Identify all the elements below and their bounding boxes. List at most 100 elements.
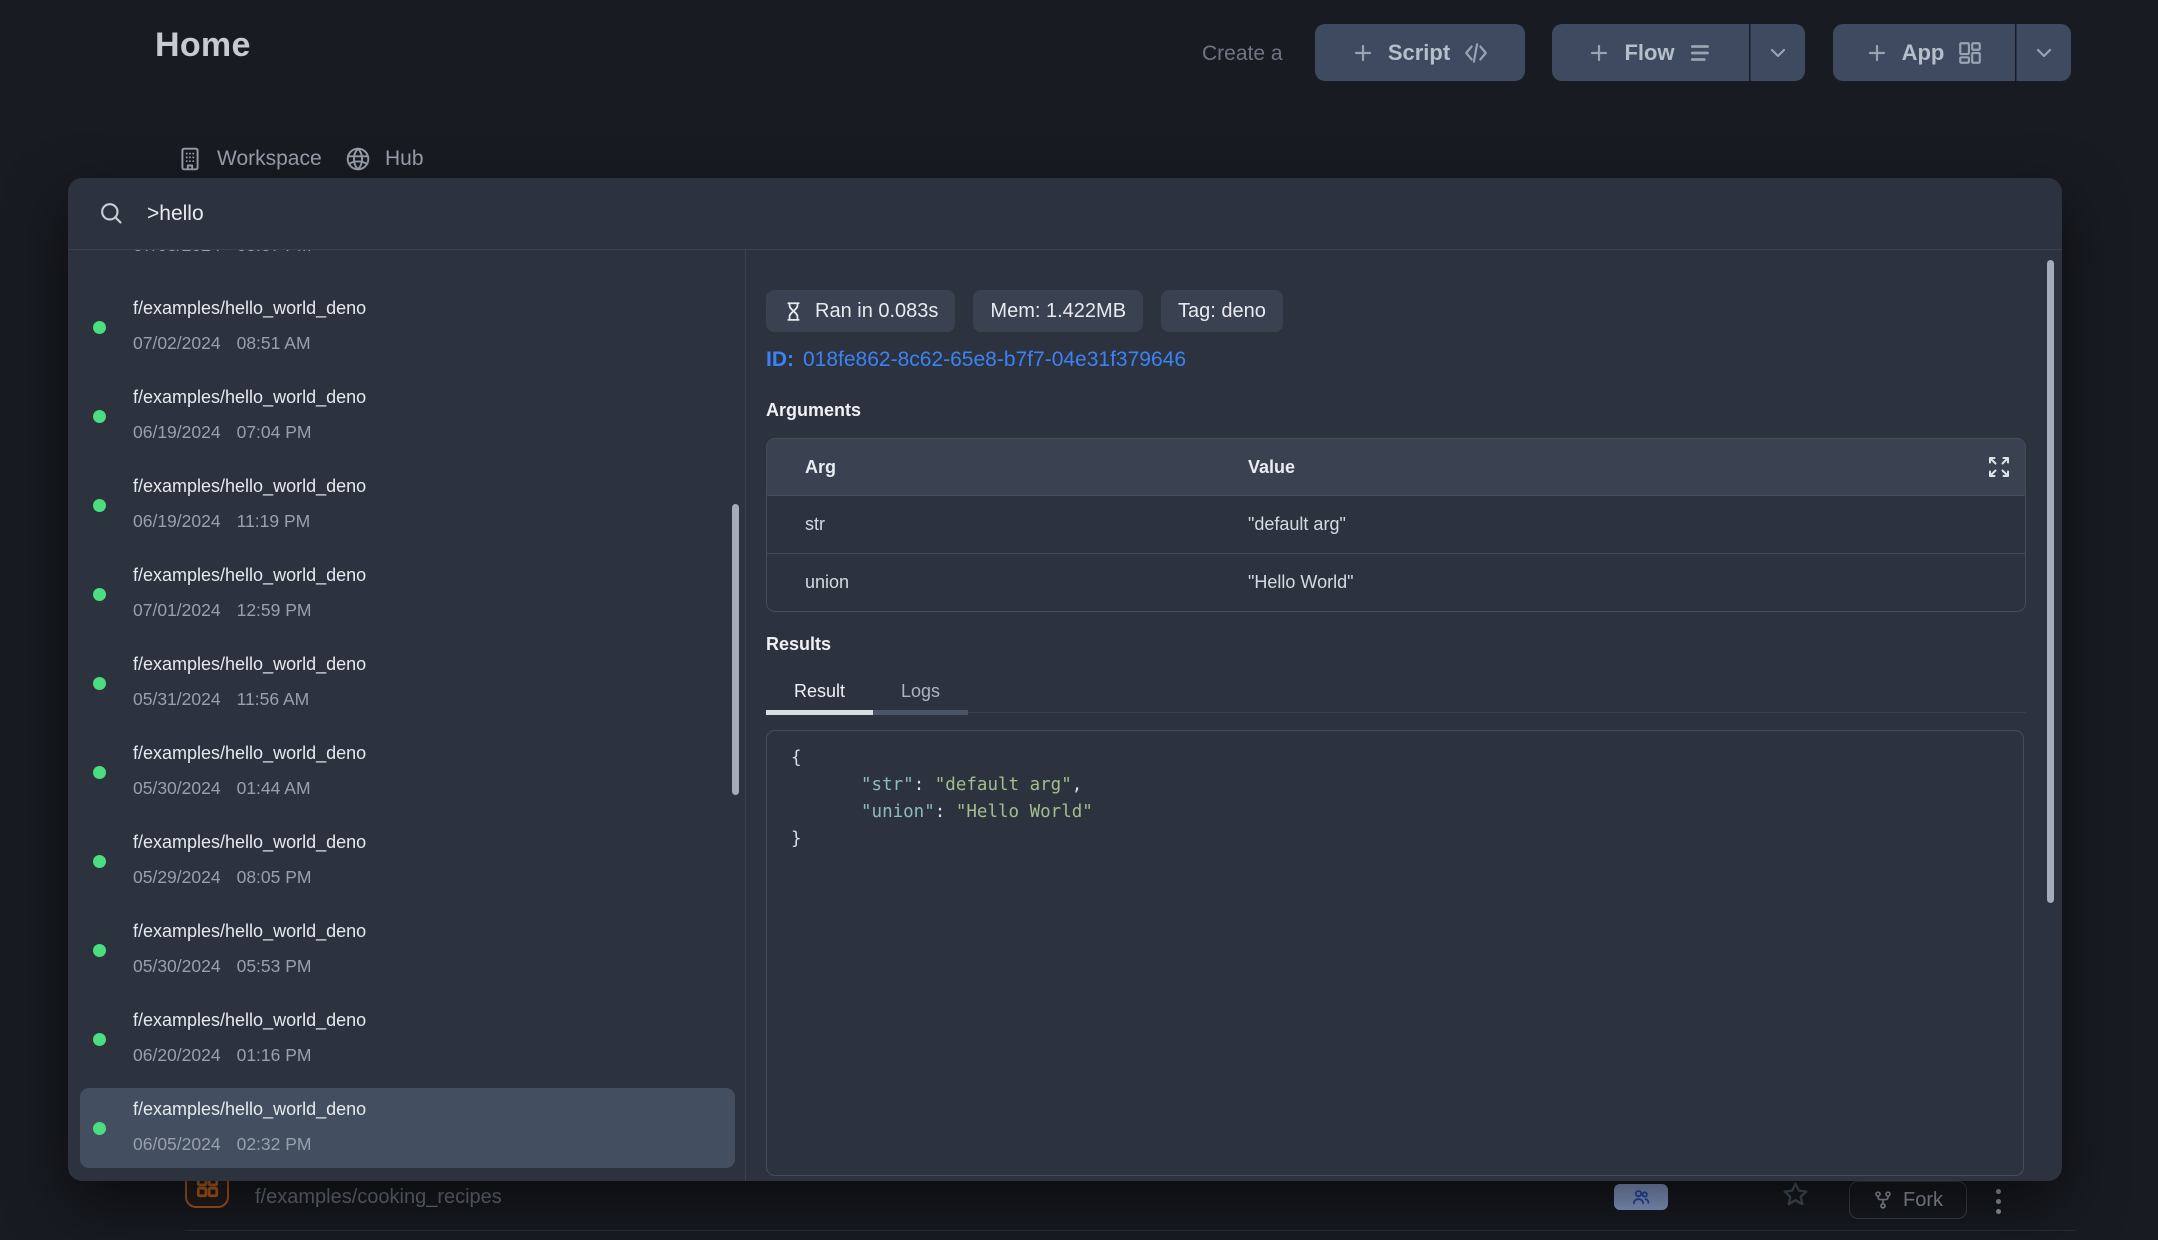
run-path: f/examples/hello_world_deno (133, 1099, 366, 1120)
run-datetime: 05/30/202405:53 PM (133, 956, 312, 977)
value-cell: "default arg" (1248, 514, 2025, 535)
favorite-star-icon[interactable] (1781, 1180, 1810, 1214)
create-flow-button[interactable]: Flow (1552, 24, 1749, 81)
expand-table-button[interactable] (1987, 455, 2011, 484)
run-badges: Ran in 0.083s Mem: 1.422MB Tag: deno (766, 290, 1283, 332)
create-app-button[interactable]: App (1833, 24, 2015, 81)
tab-result[interactable]: Result (766, 672, 873, 710)
run-datetime: 06/05/202402:32 PM (133, 1134, 312, 1155)
search-input[interactable]: >hello (147, 202, 204, 226)
list-item[interactable]: f/examples/hello_world_deno 07/02/202408… (80, 287, 735, 367)
flow-dropdown-button[interactable] (1750, 24, 1805, 81)
run-detail-panel: Ran in 0.083s Mem: 1.422MB Tag: deno ID:… (747, 250, 2062, 1181)
create-a-label: Create a (1202, 42, 1283, 66)
value-column-header: Value (1248, 457, 2025, 478)
search-bar[interactable]: >hello (68, 178, 2062, 250)
plus-icon (1587, 41, 1611, 65)
list-item[interactable]: f/examples/hello_world_deno 05/30/202401… (80, 732, 735, 812)
status-dot-success (93, 410, 106, 423)
run-path: f/examples/hello_world_deno (133, 832, 366, 853)
create-script-label: Script (1388, 40, 1450, 66)
status-dot-success (93, 588, 106, 601)
fork-button[interactable]: Fork (1849, 1181, 1967, 1219)
run-path: f/examples/hello_world_deno (133, 743, 366, 764)
arg-cell: union (767, 572, 1248, 593)
detail-panel-scrollbar[interactable] (2047, 260, 2054, 903)
create-flow-label: Flow (1624, 40, 1674, 66)
result-json-viewer[interactable]: {"str": "default arg","union": "Hello Wo… (766, 730, 2024, 1176)
results-heading: Results (766, 634, 831, 655)
table-row: union "Hello World" (767, 553, 2025, 611)
footer-item-path: f/examples/cooking_recipes (255, 1186, 502, 1209)
tab-hub-label: Hub (385, 147, 424, 171)
run-path: f/examples/hello_world_deno (133, 1010, 366, 1031)
list-item[interactable]: f/examples/hello_world_deno 06/20/202401… (80, 999, 735, 1079)
run-datetime: 07/01/202412:59 PM (133, 600, 312, 621)
chevron-down-icon (1766, 41, 1790, 65)
duration-badge: Ran in 0.083s (766, 290, 955, 332)
arg-cell: str (767, 514, 1248, 535)
memory-badge-label: Mem: 1.422MB (990, 300, 1126, 323)
run-id-link[interactable]: ID: 018fe862-8c62-65e8-b7f7-04e31f379646 (766, 348, 1186, 372)
status-dot-success (93, 1033, 106, 1046)
status-dot-success (93, 855, 106, 868)
run-datetime: 06/20/202401:16 PM (133, 1045, 312, 1066)
list-item[interactable]: f/examples/hello_world_deno 05/30/202405… (80, 910, 735, 990)
list-item-selected[interactable]: f/examples/hello_world_deno 06/05/202402… (80, 1088, 735, 1168)
run-path: f/examples/hello_world_deno (133, 565, 366, 586)
list-scrollbar[interactable] (732, 504, 739, 795)
run-path: f/examples/hello_world_deno (133, 921, 366, 942)
arguments-heading: Arguments (766, 400, 861, 421)
json-key: "str" (861, 775, 914, 795)
list-item-clipped[interactable]: 07/03/2024 05:37 PM (133, 250, 312, 263)
building-icon (177, 146, 203, 172)
status-dot-success (93, 321, 106, 334)
home-page: Home Create a Script Flow App Workspace … (0, 0, 2158, 1240)
table-row: str "default arg" (767, 495, 2025, 553)
arguments-table: Arg Value str "default arg" union "Hello… (766, 438, 2026, 612)
tab-workspace[interactable]: Workspace (177, 146, 322, 172)
json-value: "Hello World" (956, 802, 1093, 822)
list-item[interactable]: f/examples/hello_world_deno 06/19/202411… (80, 465, 735, 545)
app-dropdown-button[interactable] (2016, 24, 2071, 81)
run-id-value: 018fe862-8c62-65e8-b7f7-04e31f379646 (803, 348, 1186, 371)
status-dot-success (93, 944, 106, 957)
run-history-list[interactable]: 07/03/2024 05:37 PM f/examples/hello_wor… (68, 250, 746, 1181)
chevron-down-icon (2032, 41, 2056, 65)
plus-icon (1351, 41, 1375, 65)
shared-users-badge[interactable] (1614, 1184, 1668, 1210)
results-tabs: Result Logs (766, 672, 2026, 716)
flow-list-icon (1688, 40, 1714, 66)
run-path: f/examples/hello_world_deno (133, 476, 366, 497)
list-item[interactable]: f/examples/hello_world_deno 06/19/202407… (80, 376, 735, 456)
arguments-table-header: Arg Value (767, 439, 2025, 495)
run-datetime: 05/29/202408:05 PM (133, 867, 312, 888)
expand-icon (1987, 455, 2011, 479)
status-dot-success (93, 677, 106, 690)
run-date: 07/03/2024 (133, 250, 221, 263)
more-options-button[interactable] (1988, 1184, 2008, 1218)
hourglass-icon (783, 301, 804, 322)
fork-button-label: Fork (1903, 1189, 1943, 1212)
list-item[interactable]: f/examples/hello_world_deno 07/01/202412… (80, 554, 735, 634)
run-datetime: 06/19/202411:19 PM (133, 511, 310, 532)
json-key: "union" (861, 802, 935, 822)
run-id-label: ID: (766, 348, 794, 371)
tab-logs[interactable]: Logs (873, 672, 968, 710)
run-datetime: 07/02/202408:51 AM (133, 333, 311, 354)
run-datetime: 05/31/202411:56 AM (133, 689, 309, 710)
status-dot-success (93, 766, 106, 779)
search-runs-modal: >hello 07/03/2024 05:37 PM f/examples/he… (68, 178, 2062, 1181)
list-item[interactable]: f/examples/hello_world_deno 05/29/202408… (80, 821, 735, 901)
globe-icon (345, 146, 371, 172)
value-cell: "Hello World" (1248, 572, 2025, 593)
memory-badge: Mem: 1.422MB (973, 290, 1143, 332)
list-item[interactable]: f/examples/hello_world_deno 05/31/202411… (80, 643, 735, 723)
git-fork-icon (1873, 1190, 1893, 1210)
search-icon (98, 200, 125, 227)
run-path: f/examples/hello_world_deno (133, 654, 366, 675)
json-close-brace: } (791, 829, 802, 849)
tab-hub[interactable]: Hub (345, 146, 424, 172)
create-script-button[interactable]: Script (1315, 24, 1525, 81)
tag-badge-label: Tag: deno (1178, 300, 1266, 323)
